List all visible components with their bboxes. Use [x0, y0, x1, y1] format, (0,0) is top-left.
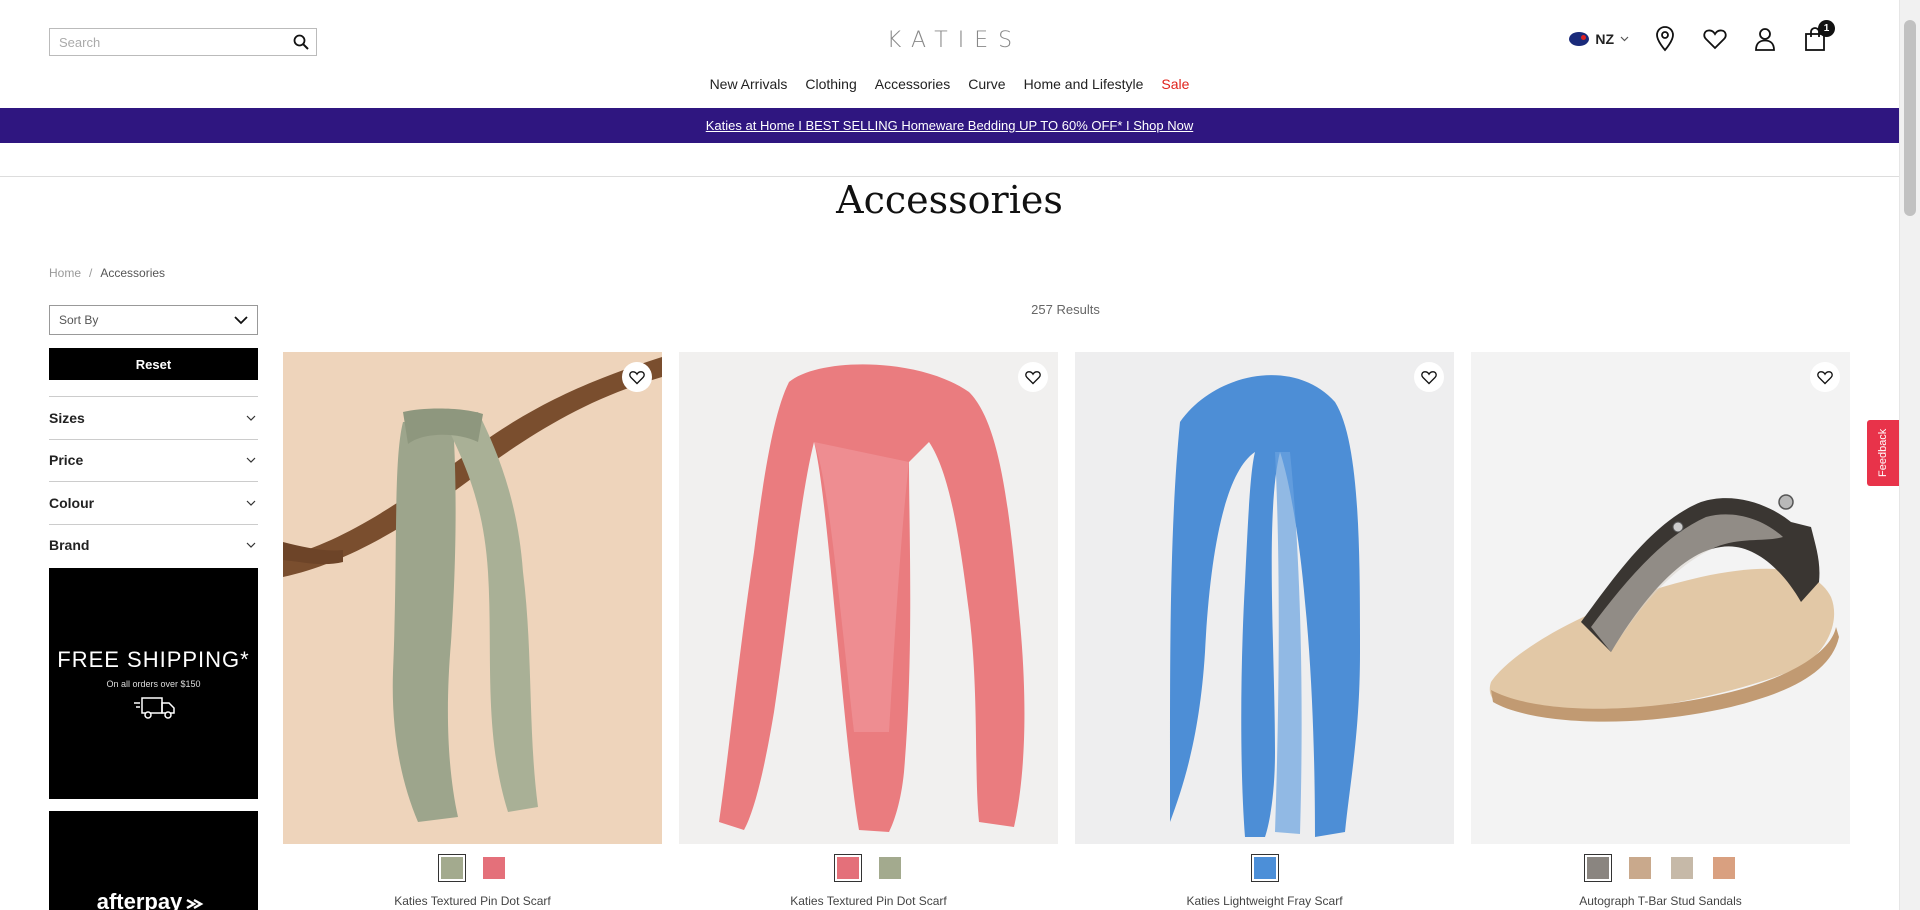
- filter-list: Sizes Price Colour Brand: [49, 396, 258, 566]
- filter-price[interactable]: Price: [49, 438, 258, 482]
- delivery-truck-icon: [133, 696, 175, 719]
- product-image[interactable]: [1075, 352, 1454, 844]
- nz-flag-icon: [1569, 32, 1590, 46]
- swatch-color: [1253, 857, 1276, 879]
- chevron-down-icon: [246, 457, 256, 464]
- afterpay-banner[interactable]: afterpay: [49, 811, 258, 910]
- filter-colour[interactable]: Colour: [49, 481, 258, 524]
- swatch-color: [1586, 857, 1609, 879]
- product-name[interactable]: Katies Lightweight Fray Scarf: [1075, 894, 1454, 908]
- cart-bag-icon[interactable]: 1: [1801, 20, 1835, 54]
- breadcrumb-separator: /: [89, 266, 93, 280]
- product-image[interactable]: [1471, 352, 1850, 844]
- nav-sale[interactable]: Sale: [1161, 76, 1189, 92]
- color-swatches: [679, 854, 1058, 882]
- afterpay-logo: afterpay: [96, 889, 183, 910]
- color-swatch[interactable]: [1626, 854, 1654, 882]
- location-icon[interactable]: [1651, 24, 1679, 54]
- product-name[interactable]: Katies Textured Pin Dot Scarf: [283, 894, 662, 908]
- feedback-tab[interactable]: Feedback: [1867, 420, 1899, 486]
- chevron-down-icon: [246, 542, 256, 549]
- nav-clothing[interactable]: Clothing: [805, 76, 856, 92]
- promo-banner: Katies at Home I BEST SELLING Homeware B…: [0, 108, 1899, 143]
- color-swatch[interactable]: [1583, 854, 1612, 882]
- swatch-color: [1670, 857, 1693, 879]
- cart-count-badge: 1: [1818, 20, 1835, 37]
- account-user-icon[interactable]: [1751, 24, 1779, 54]
- color-swatch[interactable]: [1710, 854, 1738, 882]
- filter-label: Brand: [49, 537, 90, 554]
- wishlist-heart-icon[interactable]: [1701, 24, 1729, 54]
- breadcrumb-current: Accessories: [100, 266, 166, 280]
- color-swatches: [1075, 854, 1454, 882]
- swatch-color: [1712, 857, 1735, 879]
- swatch-color: [878, 857, 901, 879]
- chevron-down-icon: [246, 415, 256, 421]
- country-selector[interactable]: NZ: [1569, 31, 1629, 47]
- product-grid: Katies Textured Pin Dot Scarf Katies Tex…: [283, 352, 1850, 908]
- shipping-subtitle: On all orders over $150: [106, 678, 201, 689]
- sort-label: Sort By: [59, 313, 99, 327]
- product-image[interactable]: [283, 352, 662, 844]
- filter-sizes[interactable]: Sizes: [49, 396, 258, 439]
- afterpay-arrows-icon: [186, 898, 204, 910]
- chevron-down-icon: [246, 500, 256, 506]
- wishlist-heart-icon[interactable]: [622, 362, 652, 392]
- shipping-title: FREE SHIPPING*: [57, 646, 250, 672]
- page-title: Accessories: [836, 178, 1063, 222]
- filter-label: Sizes: [49, 409, 85, 426]
- product-card[interactable]: Autograph T-Bar Stud Sandals: [1471, 352, 1850, 908]
- header-actions: NZ 1: [1569, 20, 1835, 54]
- wishlist-heart-icon[interactable]: [1414, 362, 1444, 392]
- wishlist-heart-icon[interactable]: [1018, 362, 1048, 392]
- swatch-color: [1628, 857, 1651, 879]
- nav-home-and-lifestyle[interactable]: Home and Lifestyle: [1024, 76, 1144, 92]
- product-name[interactable]: Autograph T-Bar Stud Sandals: [1471, 894, 1850, 908]
- site-header: KATIES NZ 1 New Arrivals Clothing Access…: [0, 0, 1899, 108]
- free-shipping-banner[interactable]: FREE SHIPPING* On all orders over $150: [49, 568, 258, 799]
- filter-brand[interactable]: Brand: [49, 523, 258, 567]
- product-card[interactable]: Katies Lightweight Fray Scarf: [1075, 352, 1454, 908]
- country-label: NZ: [1595, 31, 1614, 47]
- breadcrumb: Home / Accessories: [49, 266, 165, 280]
- nav-accessories[interactable]: Accessories: [875, 76, 950, 92]
- nav-new-arrivals[interactable]: New Arrivals: [710, 76, 788, 92]
- color-swatch[interactable]: [876, 854, 904, 882]
- page-scrollbar[interactable]: [1899, 0, 1920, 910]
- wishlist-heart-icon[interactable]: [1810, 362, 1840, 392]
- color-swatches: [283, 854, 662, 882]
- filter-label: Price: [49, 452, 84, 469]
- swatch-color: [440, 857, 463, 879]
- swatch-color: [836, 857, 859, 879]
- swatch-color: [482, 857, 505, 879]
- color-swatch[interactable]: [833, 854, 862, 882]
- product-name[interactable]: Katies Textured Pin Dot Scarf: [679, 894, 1058, 908]
- chevron-down-icon: [1620, 36, 1629, 42]
- chevron-down-icon: [234, 315, 248, 324]
- results-count: 257 Results: [1031, 302, 1100, 317]
- main-nav: New Arrivals Clothing Accessories Curve …: [0, 76, 1899, 92]
- sort-select[interactable]: Sort By: [49, 305, 258, 335]
- promo-link[interactable]: Katies at Home I BEST SELLING Homeware B…: [706, 118, 1193, 133]
- color-swatch[interactable]: [480, 854, 508, 882]
- color-swatch[interactable]: [437, 854, 466, 882]
- product-card[interactable]: Katies Textured Pin Dot Scarf: [283, 352, 662, 908]
- product-image[interactable]: [679, 352, 1058, 844]
- breadcrumb-home[interactable]: Home: [49, 266, 81, 280]
- reset-button[interactable]: Reset: [49, 348, 258, 380]
- divider: [0, 176, 1899, 177]
- color-swatches: [1471, 854, 1850, 882]
- scrollbar-thumb[interactable]: [1904, 20, 1916, 216]
- color-swatch[interactable]: [1668, 854, 1696, 882]
- product-card[interactable]: Katies Textured Pin Dot Scarf: [679, 352, 1058, 908]
- nav-curve[interactable]: Curve: [968, 76, 1005, 92]
- color-swatch[interactable]: [1250, 854, 1279, 882]
- filter-label: Colour: [49, 494, 95, 511]
